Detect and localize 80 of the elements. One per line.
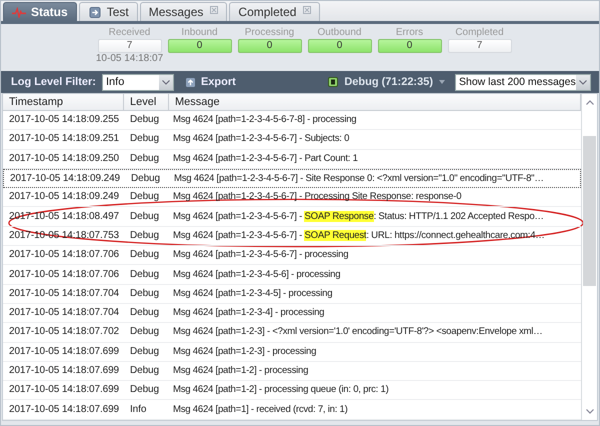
- tab[interactable]: Messages: [140, 2, 228, 21]
- close-icon[interactable]: [303, 6, 312, 14]
- export-link[interactable]: Export: [200, 76, 236, 88]
- table-cell-text: Msg 4624 [path=1-2] - processing: [172, 364, 310, 378]
- table-cell-text: 2017-10-05 14:18:07.699: [8, 344, 120, 359]
- table-cell-text: Msg 4624 [path=1-2-3-4-5-6-7] - Site Response 0: <?xml version="1.0" encoding="UTF-8"…: [173, 172, 545, 186]
- scroll-up-icon[interactable]: [586, 100, 594, 105]
- counter-label: Processing: [244, 27, 294, 39]
- table-cell-text: Debug: [129, 210, 160, 224]
- caret-icon: [579, 80, 587, 84]
- debug-menu[interactable]: Debug (71:22:35): [344, 76, 433, 88]
- filter-label: Log Level Filter:: [11, 76, 96, 88]
- table-cell-text: Debug: [130, 172, 161, 186]
- table-cell-text: 2017-10-05 14:18:07.702: [8, 325, 120, 340]
- counter-value: 7: [448, 39, 512, 53]
- table-cell-text: 2017-10-05 14:18:07.699: [8, 364, 120, 378]
- table-cell-text: 2017-10-05 14:18:09.251: [8, 132, 120, 146]
- limit-select[interactable]: Show last 200 messages: [455, 74, 591, 90]
- counter-time: 10-05 14:18:07: [96, 53, 164, 65]
- tab[interactable]: Completed: [229, 2, 320, 21]
- scroll-down-icon[interactable]: [586, 409, 594, 414]
- table-cell-text: Msg 4624 [path=1-2-3-4] - processing: [172, 306, 326, 320]
- table-cell-text: Debug: [129, 306, 160, 320]
- column-header[interactable]: Level: [124, 94, 169, 110]
- counter-label: Inbound: [181, 27, 218, 39]
- counter-label: Errors: [396, 27, 424, 39]
- table-cell-text: Msg 4624 [path=1-2-3] - processing: [172, 344, 318, 359]
- table-cell-text: 2017-10-05 14:18:09.249: [8, 190, 120, 204]
- table-cell-text: Info: [129, 402, 148, 417]
- table-cell-text: Msg 4624 [path=1-2-3-4-5-6-7-8] - processing: [172, 113, 358, 128]
- table-cell-text: 2017-10-05 14:18:07.699: [8, 383, 120, 398]
- table-cell-text: 2017-10-05 14:18:09.250: [8, 152, 120, 166]
- tab[interactable]: Status: [3, 2, 77, 21]
- column-header[interactable]: Timestamp: [3, 94, 124, 110]
- table-cell-text: Msg 4624 [path=1-2-3] - <?xml version='1.0' encoding='UTF-8'?> <soapenv:Envelope xml…: [172, 325, 544, 340]
- level-select[interactable]: Info: [102, 74, 174, 90]
- table-cell-text: Debug: [129, 383, 160, 398]
- pulse-icon: [12, 6, 26, 18]
- upload-icon[interactable]: [186, 78, 195, 86]
- counter-value: 7: [98, 39, 162, 53]
- table-cell-text: Debug: [129, 190, 160, 204]
- table-cell-text: Debug: [129, 268, 160, 282]
- table-cell-text: Msg 4624 [path=1] - received (rcvd: 7, in: 1): [172, 402, 349, 417]
- counter-value: 0: [238, 39, 302, 53]
- table-cell-text: Msg 4624 [path=1-2-3-4-5-6-7] - SOAP Response: Status: HTTP/1.1 202 Accepted Respo…: [172, 210, 545, 224]
- table-cell-text: 2017-10-05 14:18:07.706: [8, 268, 120, 282]
- table-cell-text: Msg 4624 [path=1-2-3-4-5] - processing: [172, 286, 334, 301]
- counter-label: Outbound: [318, 27, 362, 39]
- close-icon[interactable]: [210, 6, 218, 14]
- status-light-icon: [328, 77, 338, 87]
- table-cell-text: Msg 4624 [path=1-2-3-4-5-6-7] - processing: [172, 248, 350, 262]
- caret-icon[interactable]: [439, 80, 445, 84]
- table-cell-text: Debug: [129, 325, 160, 340]
- table-cell-text: Msg 4624 [path=1-2] - processing queue (in: 0, prc: 1): [172, 383, 390, 398]
- table-cell-text: Debug: [129, 228, 160, 243]
- table-cell-text: Msg 4624 [path=1-2-3-4-5-6-7] - Part Count: 1: [172, 152, 359, 166]
- table-cell-text: Debug: [129, 364, 160, 378]
- counter-label: Completed: [455, 27, 504, 39]
- tab[interactable]: Test: [78, 2, 138, 21]
- table-cell-text: 2017-10-05 14:18:07.704: [8, 286, 120, 301]
- table-cell-text: 2017-10-05 14:18:07.753: [8, 228, 120, 243]
- table-cell-text: 2017-10-05 14:18:07.706: [8, 248, 120, 262]
- table-cell-text: Debug: [129, 286, 160, 301]
- table-cell-text: 2017-10-05 14:18:07.704: [8, 306, 120, 320]
- table-cell-text: Debug: [129, 132, 160, 146]
- table-cell-text: Debug: [129, 152, 160, 166]
- counter-label: Received: [108, 27, 150, 39]
- scrollbar[interactable]: [581, 94, 597, 420]
- table-cell-text: Debug: [129, 248, 160, 262]
- counter-value: 0: [378, 39, 442, 53]
- counter-value: 0: [308, 39, 372, 53]
- counter-value: 0: [168, 39, 232, 53]
- table-cell-text: Msg 4624 [path=1-2-3-4-5-6] - processing: [172, 268, 342, 282]
- table-cell-text: Debug: [129, 113, 160, 128]
- table-cell-text: 2017-10-05 14:18:09.255: [8, 113, 120, 128]
- caret-icon: [162, 80, 170, 84]
- table-cell-text: Debug: [129, 344, 160, 359]
- table-cell-text: Msg 4624 [path=1-2-3-4-5-6-7] - Subjects: 0: [172, 132, 350, 146]
- table-cell-text: 2017-10-05 14:18:09.249: [9, 172, 122, 186]
- table-cell-text: 2017-10-05 14:18:07.699: [8, 402, 120, 417]
